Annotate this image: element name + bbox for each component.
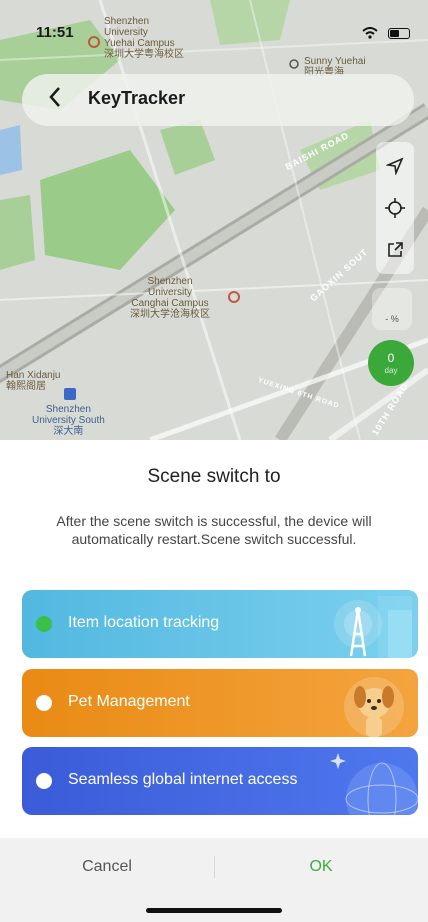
map-mini-badge[interactable]: - % — [372, 288, 412, 330]
app-header: KeyTracker — [22, 74, 414, 126]
map-toolbar — [376, 142, 414, 274]
battery-icon — [388, 27, 410, 39]
home-indicator — [146, 908, 282, 913]
locate-icon[interactable] — [376, 188, 414, 226]
option-label: Item location tracking — [68, 614, 220, 631]
radio-selected-icon[interactable] — [36, 616, 52, 632]
option-pet-management[interactable]: Pet Management — [22, 669, 418, 737]
option-label: Seamless global internet access — [68, 771, 298, 788]
sheet-description: After the scene switch is successful, th… — [56, 513, 372, 547]
cancel-button[interactable]: Cancel — [0, 858, 214, 876]
dialog-footer: Cancel OK — [0, 838, 428, 922]
sheet-title: Scene switch to — [147, 466, 281, 487]
dog-icon — [344, 677, 404, 737]
option-label: Pet Management — [68, 693, 190, 710]
radio-unselected-icon[interactable] — [36, 695, 52, 711]
radio-unselected-icon[interactable] — [36, 773, 52, 789]
map-view[interactable]: Shenzhen University Yuehai Campus 深圳大学粤海… — [0, 0, 428, 440]
status-icons — [362, 24, 410, 40]
share-icon[interactable] — [376, 230, 414, 268]
ok-button[interactable]: OK — [214, 858, 428, 876]
chevron-left-icon[interactable] — [48, 86, 62, 114]
option-global-internet-access[interactable]: Seamless global internet access — [22, 747, 418, 815]
map-label-canghai: Shenzhen University Canghai Campus 深圳大学沧… — [130, 276, 210, 320]
map-label-han: Han Xidanju 翰熙阁居 — [6, 370, 61, 392]
navigate-icon[interactable] — [376, 146, 414, 184]
option-item-location-tracking[interactable]: Item location tracking — [22, 590, 418, 658]
mini-badge-text: - % — [385, 314, 399, 324]
wifi-icon — [362, 24, 382, 40]
day-counter-badge[interactable]: 0 day — [368, 340, 414, 386]
status-bar: 11:51 — [0, 18, 428, 48]
map-label-south: Shenzhen University South 深大南 — [32, 404, 105, 437]
status-time: 11:51 — [36, 24, 74, 41]
globe-icon — [330, 753, 418, 815]
page-title: KeyTracker — [88, 88, 186, 108]
day-counter-unit: day — [384, 366, 398, 375]
tower-icon — [334, 596, 412, 658]
day-counter-value: 0 — [387, 351, 395, 365]
